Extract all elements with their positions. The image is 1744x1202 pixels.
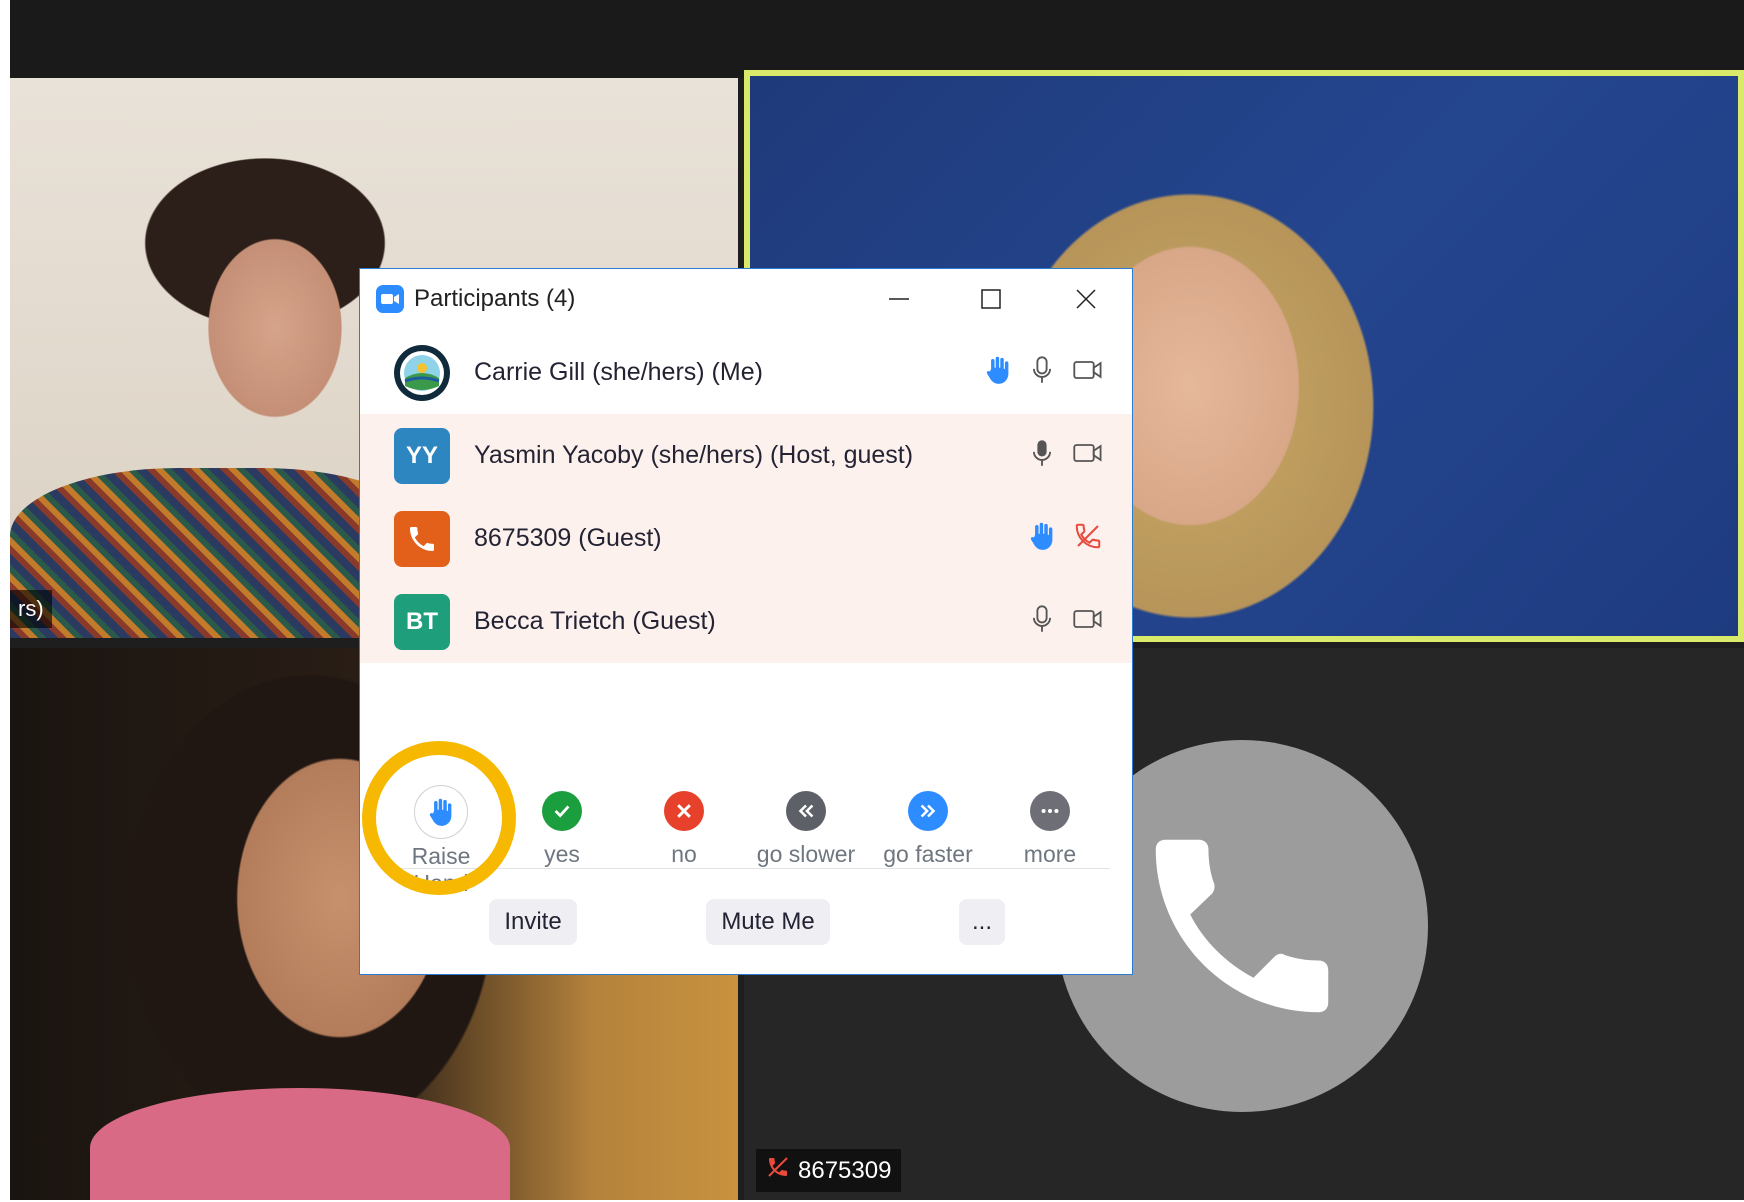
participant-name: 8675309 (Guest) <box>474 524 662 552</box>
minimize-button[interactable] <box>879 279 919 319</box>
window-title-bar[interactable]: Participants (4) <box>360 269 1132 329</box>
video-camera-icon[interactable] <box>1072 604 1104 639</box>
participant-name: Becca Trietch (Guest) <box>474 607 716 635</box>
raise-hand-highlight-annotation <box>362 741 516 895</box>
participant-video-figure <box>90 1088 510 1200</box>
video-camera-icon[interactable] <box>1072 438 1104 473</box>
microphone-icon[interactable] <box>1028 438 1056 473</box>
participant-name: Yasmin Yacoby (she/hers) (Host, guest) <box>474 441 914 469</box>
participant-row[interactable]: Carrie Gill (she/hers) (Me) <box>360 331 1132 414</box>
rewind-icon <box>786 791 826 831</box>
phone-avatar <box>394 510 450 567</box>
no-label: no <box>671 841 697 867</box>
go-slower-label: go slower <box>756 841 856 867</box>
microphone-icon[interactable] <box>1028 355 1056 390</box>
invite-button[interactable]: Invite <box>489 899 577 945</box>
maximize-button[interactable] <box>971 279 1011 319</box>
ellipsis-icon <box>1030 791 1070 831</box>
participant-row[interactable]: YY Yasmin Yacoby (she/hers) (Host, guest… <box>360 414 1132 497</box>
participant-name: Carrie Gill (she/hers) (Me) <box>474 358 763 386</box>
participant-row[interactable]: BT Becca Trietch (Guest) <box>360 580 1132 663</box>
window-title: Participants (4) <box>414 285 576 312</box>
fast-forward-icon <box>908 791 948 831</box>
mute-me-button[interactable]: Mute Me <box>706 899 830 945</box>
x-icon <box>664 791 704 831</box>
organization-logo-avatar <box>394 344 450 401</box>
participant-row[interactable]: 8675309 (Guest) <box>360 497 1132 580</box>
participant-list: Carrie Gill (she/hers) (Me) YY Yasmin Ya… <box>360 331 1132 663</box>
go-faster-label: go faster <box>883 841 973 867</box>
check-icon <box>542 791 582 831</box>
yes-button[interactable]: yes <box>502 771 622 868</box>
participant-avatar: BT <box>394 593 450 650</box>
go-slower-button[interactable]: go slower <box>746 771 866 868</box>
video-name-tag: rs) <box>10 590 52 628</box>
zoom-app-icon <box>376 285 404 313</box>
go-faster-button[interactable]: go faster <box>868 771 988 868</box>
phone-participant-name: 8675309 <box>798 1156 892 1184</box>
phone-muted-icon <box>766 1155 790 1186</box>
yes-label: yes <box>544 841 580 867</box>
phone-muted-icon[interactable] <box>1072 521 1104 556</box>
more-options-button[interactable]: ... <box>959 899 1005 945</box>
no-button[interactable]: no <box>624 771 744 868</box>
video-name-tag: 8675309 <box>756 1149 902 1192</box>
screen-edge <box>0 0 10 1202</box>
more-reactions-button[interactable]: more <box>990 771 1110 868</box>
video-camera-icon[interactable] <box>1072 355 1104 390</box>
raised-hand-icon <box>984 355 1012 390</box>
close-button[interactable] <box>1066 279 1106 319</box>
participant-avatar: YY <box>394 427 450 484</box>
microphone-icon[interactable] <box>1028 604 1056 639</box>
raised-hand-icon <box>1028 521 1056 556</box>
more-label: more <box>1023 841 1077 867</box>
meeting-top-bar <box>0 0 1744 78</box>
